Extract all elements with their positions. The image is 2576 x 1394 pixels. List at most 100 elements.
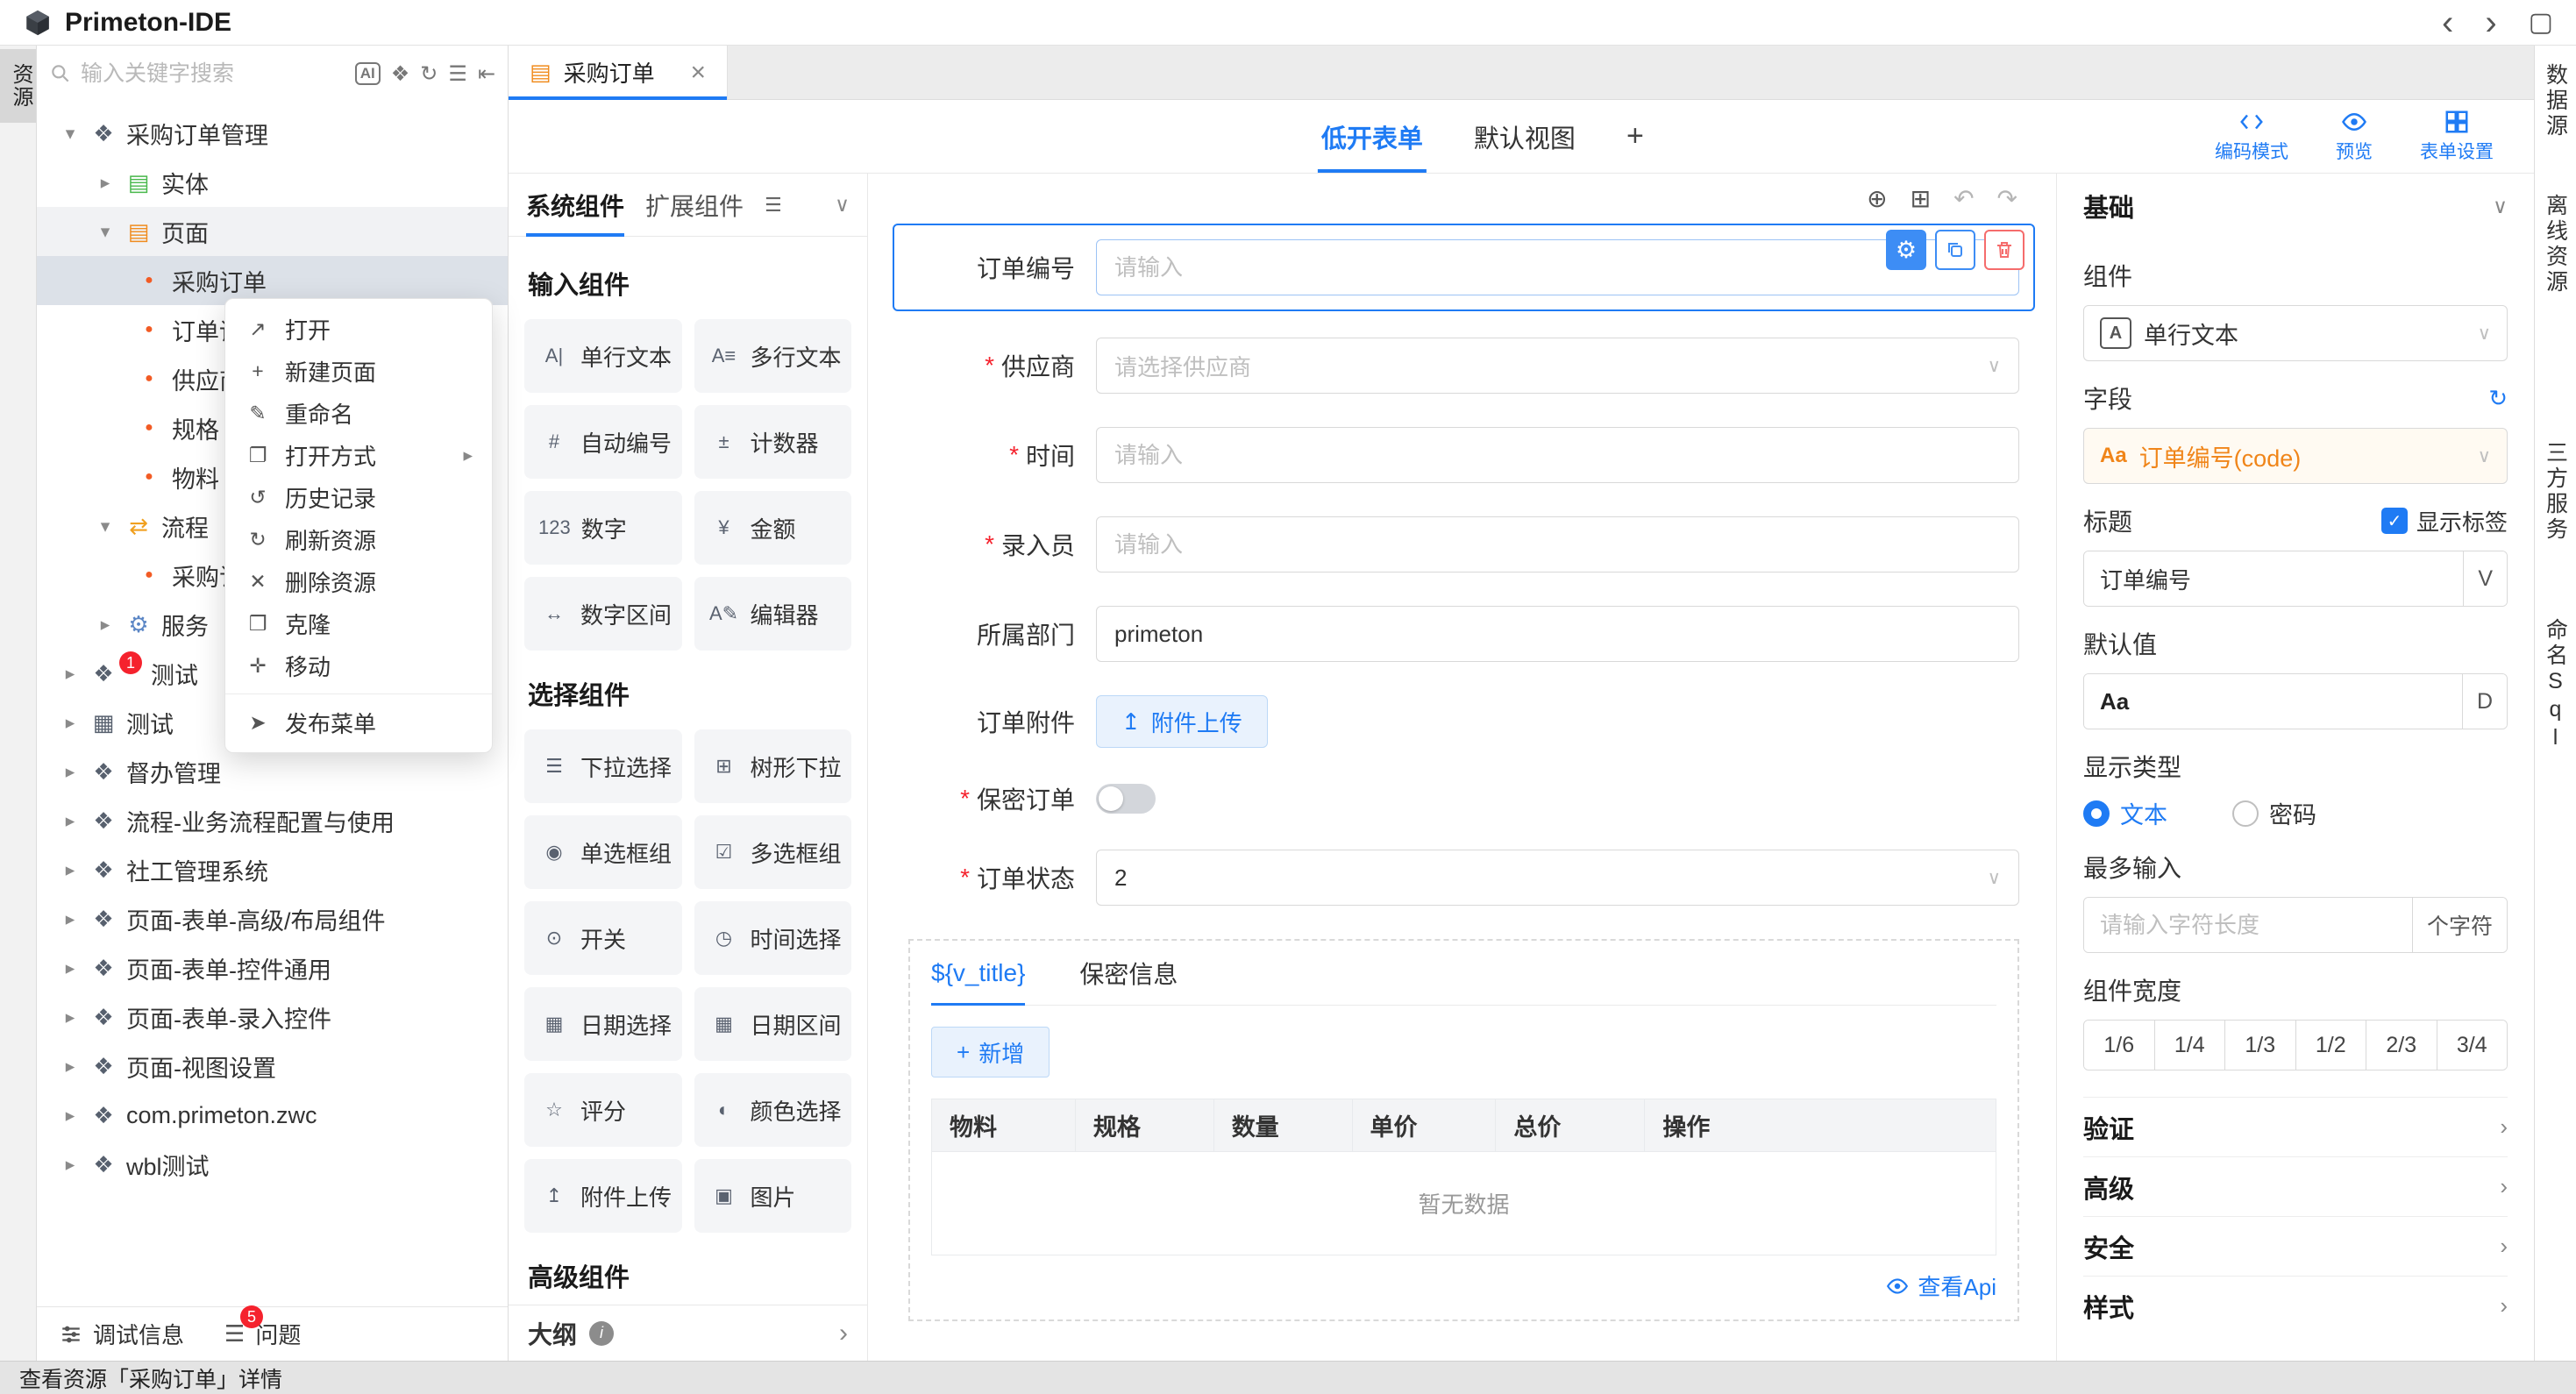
menu-item-delete-resource[interactable]: ✕删除资源 [225,560,492,602]
section-validation[interactable]: 验证› [2083,1097,2508,1156]
search-box[interactable] [49,61,345,87]
tab-extended-components[interactable]: 扩展组件 [645,174,744,236]
expand-arrow-icon[interactable]: ▸ [60,663,81,685]
palette-item-attachment-upload[interactable]: ↥附件上传 [524,1159,682,1233]
palette-item-time-picker[interactable]: ◷时间选择 [694,901,852,975]
tree-item-flow-config[interactable]: ▸ ❖ 流程-业务流程配置与使用 [37,796,508,845]
tree-item-form-input-controls[interactable]: ▸ ❖ 页面-表单-录入控件 [37,992,508,1042]
chevron-right-icon[interactable]: › [839,1319,848,1348]
close-icon[interactable]: × [690,60,706,86]
expand-arrow-icon[interactable]: ▸ [60,761,81,783]
section-security[interactable]: 安全› [2083,1216,2508,1276]
width-option-3-4[interactable]: 3/4 [2437,1021,2508,1070]
tab-named-sql[interactable]: 命名Sql [2540,611,2572,760]
palette-item-single-line-text[interactable]: A|单行文本 [524,319,682,393]
tab-offline-resources[interactable]: 离线资源 [2540,187,2572,302]
debug-info-button[interactable]: 调试信息 [60,1318,184,1350]
palette-menu-icon[interactable]: ☰ [765,194,782,217]
expand-arrow-icon[interactable]: ▸ [95,614,116,636]
palette-item-image[interactable]: ▣图片 [694,1159,852,1233]
palette-item-radio-group[interactable]: ◉单选框组 [524,815,682,889]
sort-icon[interactable]: ☰ [448,61,467,87]
add-row-button[interactable]: + 新增 [931,1027,1050,1078]
title-input[interactable] [2084,551,2463,606]
expand-arrow-icon[interactable]: ▸ [60,1006,81,1028]
form-field-confidential[interactable]: *保密订单 [908,781,2019,816]
expand-arrow-icon[interactable]: ▸ [60,957,81,979]
search-input[interactable] [81,61,345,87]
menu-item-move[interactable]: ✛移动 [225,644,492,686]
subform-tab-vtitle[interactable]: ${v_title} [931,941,1025,1005]
palette-item-color-picker[interactable]: ◐颜色选择 [694,1073,852,1147]
chevron-down-icon[interactable]: ∨ [835,193,850,217]
palette-item-checkbox-group[interactable]: ☑多选框组 [694,815,852,889]
attachment-upload-button[interactable]: ↥ 附件上传 [1096,695,1268,748]
palette-item-date-range[interactable]: ▦日期区间 [694,987,852,1061]
menu-item-new-page[interactable]: +新建页面 [225,350,492,392]
field-settings-button[interactable]: ⚙ [1886,230,1926,270]
palette-item-auto-number[interactable]: #自动编号 [524,405,682,479]
expand-arrow-icon[interactable]: ▸ [60,1056,81,1078]
code-mode-button[interactable]: 编码模式 [2215,109,2288,164]
tab-default-view[interactable]: 默认视图 [1474,100,1576,173]
expand-arrow-icon[interactable]: ▸ [60,712,81,734]
subform-tab-secret-info[interactable]: 保密信息 [1079,941,1178,1005]
menu-item-publish-menu[interactable]: ➤发布菜单 [225,701,492,743]
recorder-input[interactable] [1096,516,2019,573]
palette-item-number[interactable]: 123数字 [524,491,682,565]
doc-tab-purchase-order[interactable]: ▤ 采购订单 × [509,46,728,99]
tree-item-entities[interactable]: ▸ ▤ 实体 [37,158,508,207]
expand-arrow-icon[interactable]: ▸ [60,810,81,832]
form-field-department[interactable]: 所属部门 [908,606,2019,662]
supplier-select[interactable]: 请选择供应商 ∨ [1096,338,2019,394]
show-label-checkbox[interactable]: ✓ [2381,508,2408,534]
build-icon[interactable]: ❖ [391,61,410,87]
form-field-recorder[interactable]: *录入员 [908,516,2019,573]
tree-item-purchase-order-mgmt[interactable]: ▾ ❖ 采购订单管理 [37,109,508,158]
tab-third-party-services[interactable]: 三方服务 [2540,434,2572,550]
outline-icon[interactable]: ⊞ [1911,184,1931,213]
nav-forward-icon[interactable]: › [2485,5,2496,40]
expand-arrow-icon[interactable]: ▾ [95,516,116,537]
tab-system-components[interactable]: 系统组件 [526,174,624,236]
order-number-input[interactable] [1096,239,2019,295]
menu-item-open[interactable]: ↗打开 [225,308,492,350]
menu-item-rename[interactable]: ✎重命名 [225,392,492,434]
preview-button[interactable]: 预览 [2336,109,2373,164]
menu-item-open-with[interactable]: ❐打开方式▸ [225,434,492,476]
tree-item-wbl-test[interactable]: ▸ ❖ wbl测试 [37,1140,508,1189]
width-option-1-4[interactable]: 1/4 [2154,1021,2225,1070]
confidential-toggle[interactable] [1096,784,1156,814]
radio-password[interactable]: 密码 [2232,796,2316,830]
expand-arrow-icon[interactable]: ▸ [60,859,81,881]
tree-item-pages[interactable]: ▾ ▤ 页面 [37,207,508,256]
tree-item-social-worker[interactable]: ▸ ❖ 社工管理系统 [37,845,508,894]
save-icon[interactable]: ▢ [2529,7,2553,38]
width-option-1-2[interactable]: 1/2 [2295,1021,2366,1070]
palette-item-switch[interactable]: ⊙开关 [524,901,682,975]
time-input[interactable] [1096,427,2019,483]
component-select[interactable]: A 单行文本 ∨ [2083,305,2508,361]
palette-item-multi-line-text[interactable]: A≡多行文本 [694,319,852,393]
section-basic[interactable]: 基础 ∨ [2083,174,2508,238]
variable-bind-button[interactable]: V [2463,551,2507,606]
undo-icon[interactable]: ↶ [1953,184,1974,213]
tree-item-form-advanced-layout[interactable]: ▸ ❖ 页面-表单-高级/布局组件 [37,894,508,943]
tab-data-source[interactable]: 数据源 [2540,56,2572,146]
field-refresh-icon[interactable]: ↻ [2488,385,2508,412]
ai-search-icon[interactable]: AI [355,62,381,85]
view-api-link[interactable]: 查看Api [931,1270,1996,1302]
width-option-2-3[interactable]: 2/3 [2366,1021,2437,1070]
menu-item-refresh-resource[interactable]: ↻刷新资源 [225,518,492,560]
form-field-supplier[interactable]: *供应商 请选择供应商 ∨ [908,338,2019,394]
palette-item-tree-dropdown[interactable]: ⊞树形下拉 [694,729,852,803]
form-canvas[interactable]: ⊕ ⊞ ↶ ↷ ⚙ 订单编号 [868,174,2056,1361]
palette-item-number-range[interactable]: ↔数字区间 [524,577,682,651]
form-settings-button[interactable]: 表单设置 [2420,109,2494,164]
palette-item-counter[interactable]: ±计数器 [694,405,852,479]
resources-vertical-tab[interactable]: 资源 [0,49,36,123]
tree-item-supervise-mgmt[interactable]: ▸ ❖ 督办管理 [37,747,508,796]
max-length-input[interactable] [2084,898,2412,952]
expand-arrow-icon[interactable]: ▸ [95,172,116,194]
field-select[interactable]: Aa 订单编号(code) ∨ [2083,428,2508,484]
